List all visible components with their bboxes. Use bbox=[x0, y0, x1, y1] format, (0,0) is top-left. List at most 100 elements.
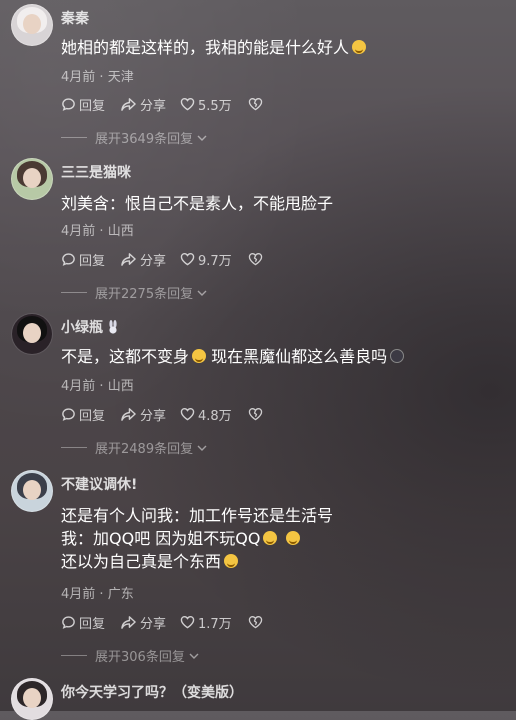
share-button[interactable]: 分享 bbox=[120, 612, 166, 632]
comment-actions: 回复 分享 5.5万 bbox=[61, 94, 281, 114]
broken-heart-icon bbox=[248, 253, 263, 266]
comment-date: 4月前 bbox=[61, 70, 96, 85]
reply-label: 回复 bbox=[79, 98, 106, 114]
heart-icon bbox=[180, 615, 195, 629]
meta-separator: · bbox=[95, 379, 108, 394]
comment-username[interactable]: 你今天学习了吗？（变美版） bbox=[61, 682, 243, 702]
divider bbox=[61, 447, 87, 448]
comment-location: 山西 bbox=[107, 224, 134, 239]
chevron-down-icon bbox=[197, 135, 207, 141]
comment-date: 4月前 bbox=[61, 379, 96, 394]
comment-text-line: 不是，这都不变身 bbox=[61, 347, 190, 366]
share-icon bbox=[121, 615, 136, 629]
smile-emoji-icon bbox=[285, 531, 300, 545]
like-count: 9.7万 bbox=[198, 253, 232, 269]
smile-emoji-icon bbox=[192, 349, 207, 363]
smile-emoji-icon bbox=[224, 554, 239, 568]
broken-heart-icon bbox=[248, 616, 263, 629]
avatar[interactable] bbox=[11, 4, 53, 46]
meta-separator: · bbox=[95, 587, 108, 602]
reply-icon bbox=[62, 615, 75, 629]
share-label: 分享 bbox=[140, 253, 167, 269]
expand-replies-label: 展开2489条回复 bbox=[95, 442, 194, 457]
smile-emoji-icon bbox=[263, 531, 278, 545]
broken-heart-icon bbox=[248, 408, 263, 421]
broken-heart-icon bbox=[248, 98, 263, 111]
comment-text-line: 我：加QQ吧 因为姐不玩QQ bbox=[61, 529, 261, 548]
comment-text-line-wrap: 我：加QQ吧 因为姐不玩QQ bbox=[61, 527, 333, 550]
share-label: 分享 bbox=[140, 616, 167, 632]
comment-text-line: 她相的都是这样的，我相的能是什么好人 bbox=[61, 38, 350, 57]
divider bbox=[61, 137, 87, 138]
comment-location: 广东 bbox=[107, 587, 134, 602]
avatar[interactable] bbox=[11, 313, 53, 355]
comment-text: 还是有个人问我：加工作号还是生活号 我：加QQ吧 因为姐不玩QQ 还以为自己真是… bbox=[61, 504, 333, 573]
comment-username[interactable]: 秦秦 bbox=[61, 8, 89, 28]
share-button[interactable]: 分享 bbox=[120, 249, 166, 269]
comment-username[interactable]: 不建议调休! bbox=[61, 474, 137, 494]
divider bbox=[61, 655, 87, 656]
comment-date: 4月前 bbox=[61, 587, 96, 602]
comment-text: 她相的都是这样的，我相的能是什么好人 bbox=[61, 36, 367, 59]
comment-text-line: 还以为自己真是个东西 bbox=[61, 552, 222, 571]
reply-button[interactable]: 回复 bbox=[61, 94, 105, 114]
avatar[interactable] bbox=[11, 470, 53, 512]
dislike-button[interactable] bbox=[248, 612, 266, 632]
avatar[interactable] bbox=[11, 678, 53, 720]
expand-replies-label: 展开2275条回复 bbox=[95, 287, 194, 302]
expand-replies[interactable]: 展开3649条回复 bbox=[61, 128, 208, 147]
share-label: 分享 bbox=[140, 408, 167, 424]
reply-icon bbox=[62, 252, 75, 266]
comment-actions: 回复 分享 1.7万 bbox=[61, 612, 281, 632]
chevron-down-icon bbox=[197, 445, 207, 451]
comment-username[interactable]: 小绿瓶 bbox=[61, 317, 119, 337]
dislike-button[interactable] bbox=[248, 404, 266, 424]
reply-icon bbox=[62, 97, 75, 111]
comment-meta: 4月前 · 广东 bbox=[61, 583, 134, 602]
heart-icon bbox=[180, 407, 195, 421]
like-count: 5.5万 bbox=[198, 98, 232, 114]
dislike-button[interactable] bbox=[248, 94, 266, 114]
share-label: 分享 bbox=[140, 98, 167, 114]
meta-separator: · bbox=[95, 70, 108, 85]
comment-meta: 4月前 · 山西 bbox=[61, 220, 134, 239]
expand-replies-label: 展开306条回复 bbox=[95, 650, 185, 665]
comment-username[interactable]: 三三是猫咪 bbox=[61, 162, 131, 182]
comment-meta: 4月前 · 山西 bbox=[61, 375, 134, 394]
comment-text-line-wrap: 还以为自己真是个东西 bbox=[61, 550, 333, 573]
share-button[interactable]: 分享 bbox=[120, 404, 166, 424]
comment-text-line: 现在黑魔仙都这么善良吗 bbox=[211, 347, 388, 366]
comment-location: 天津 bbox=[107, 70, 134, 85]
share-button[interactable]: 分享 bbox=[120, 94, 166, 114]
heart-icon bbox=[180, 252, 195, 266]
avatar[interactable] bbox=[11, 158, 53, 200]
divider bbox=[61, 292, 87, 293]
comment-text-line: 还是有个人问我：加工作号还是生活号 bbox=[61, 506, 334, 525]
reply-button[interactable]: 回复 bbox=[61, 249, 105, 269]
reply-button[interactable]: 回复 bbox=[61, 612, 105, 632]
like-button[interactable]: 4.8万 bbox=[180, 404, 232, 424]
expand-replies[interactable]: 展开2489条回复 bbox=[61, 438, 208, 457]
comment-text: 刘美含：恨自己不是素人，不能甩脸子 bbox=[61, 192, 333, 215]
meta-separator: · bbox=[95, 224, 108, 239]
comment-actions: 回复 分享 9.7万 bbox=[61, 249, 281, 269]
like-button[interactable]: 9.7万 bbox=[180, 249, 232, 269]
expand-replies[interactable]: 展开2275条回复 bbox=[61, 283, 208, 302]
comment-location: 山西 bbox=[107, 379, 134, 394]
share-icon bbox=[121, 97, 136, 111]
comment-text: 不是，这都不变身 现在黑魔仙都这么善良吗 bbox=[61, 345, 405, 368]
dislike-button[interactable] bbox=[248, 249, 266, 269]
comment-text-line: 刘美含：恨自己不是素人，不能甩脸子 bbox=[61, 194, 334, 213]
expand-replies[interactable]: 展开306条回复 bbox=[61, 646, 200, 665]
like-button[interactable]: 5.5万 bbox=[180, 94, 232, 114]
reply-label: 回复 bbox=[79, 408, 106, 424]
reply-label: 回复 bbox=[79, 253, 106, 269]
heart-icon bbox=[180, 97, 195, 111]
reply-label: 回复 bbox=[79, 616, 106, 632]
share-icon bbox=[121, 407, 136, 421]
comment-username-text: 小绿瓶 bbox=[61, 320, 103, 336]
reply-button[interactable]: 回复 bbox=[61, 404, 105, 424]
chevron-down-icon bbox=[197, 290, 207, 296]
like-button[interactable]: 1.7万 bbox=[180, 612, 232, 632]
chevron-down-icon bbox=[189, 653, 199, 659]
